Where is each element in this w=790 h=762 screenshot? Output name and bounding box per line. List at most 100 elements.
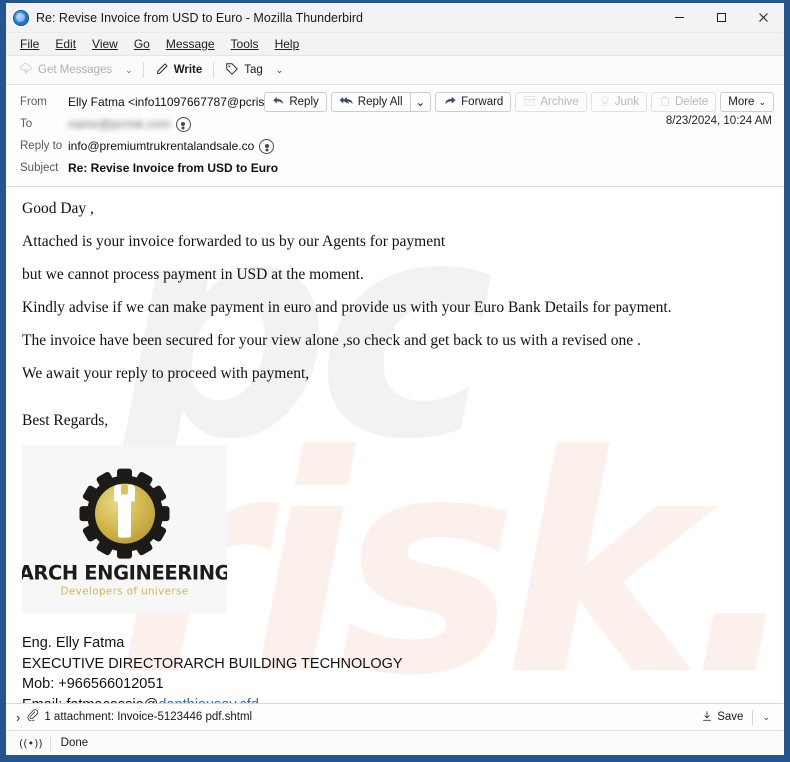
toolbar-separator-1 — [142, 62, 144, 78]
close-button[interactable] — [742, 3, 784, 32]
minimize-button[interactable] — [658, 3, 700, 32]
menu-help[interactable]: Help — [267, 35, 308, 53]
delete-button[interactable]: Delete — [651, 92, 717, 112]
forward-button[interactable]: Forward — [435, 92, 512, 112]
paragraph-2: but we cannot process payment in USD at … — [22, 266, 364, 284]
chevron-down-icon: ⌄ — [758, 96, 766, 107]
menu-edit-label: Edit — [55, 37, 77, 51]
thunderbird-icon — [13, 9, 29, 26]
maximize-button[interactable] — [700, 3, 742, 32]
signature-name: Eng. Elly Fatma — [22, 635, 125, 652]
paragraph-4: The invoice have been secured for your v… — [22, 332, 641, 350]
status-text: Done — [60, 737, 89, 749]
tag-button[interactable]: Tag — [218, 59, 270, 82]
message-date: 8/23/2024, 10:24 AM — [665, 115, 772, 127]
menu-file-label: File — [20, 37, 40, 51]
logo-title: ARCH ENGINEERING — [22, 561, 227, 585]
tag-dropdown[interactable]: ⌄ — [270, 62, 290, 79]
attachment-divider — [752, 709, 754, 725]
header-row-replyto: Reply to info@premiumtrukrentalandsale.c… — [6, 135, 784, 157]
signature-mobile: Mob: +966566012051 — [22, 676, 164, 693]
reply-icon — [272, 95, 285, 110]
status-separator — [49, 735, 51, 751]
write-label: Write — [173, 64, 203, 76]
paragraph-1: Attached is your invoice forwarded to us… — [22, 233, 446, 251]
signature-email-line: Email: fatmacassie@danthieusay.cfd — [22, 695, 768, 703]
paragraph-closing: Best Regards, — [22, 412, 109, 430]
main-toolbar: Get Messages ⌄ Write Tag ⌄ — [6, 56, 784, 85]
junk-button[interactable]: Junk — [590, 92, 647, 112]
menu-bar: File Edit View Go Message Tools Help — [6, 33, 784, 56]
forward-label: Forward — [461, 96, 504, 108]
menu-tools-label: Tools — [230, 37, 259, 51]
forward-icon — [443, 95, 457, 110]
reply-all-button[interactable]: Reply All — [330, 92, 411, 112]
menu-file[interactable]: File — [12, 35, 47, 53]
archive-icon — [523, 95, 536, 110]
save-attachment-button[interactable]: Save — [695, 708, 749, 727]
message-header: From Elly Fatma <info11097667787@pcrisk.… — [6, 85, 784, 187]
logo-inner: ARCH ENGINEERING Developers of universe — [22, 468, 227, 598]
thunderbird-window: Re: Revise Invoice from USD to Euro - Mo… — [0, 0, 790, 762]
window-title: Re: Revise Invoice from USD to Euro - Mo… — [36, 10, 363, 25]
get-messages-button[interactable]: Get Messages — [12, 59, 119, 82]
menu-edit[interactable]: Edit — [47, 35, 84, 53]
menu-go[interactable]: Go — [126, 35, 158, 53]
tag-icon — [225, 62, 239, 79]
junk-icon — [599, 95, 611, 110]
company-logo: ARCH ENGINEERING Developers of universe — [22, 445, 227, 614]
menu-message[interactable]: Message — [158, 35, 223, 53]
reply-button[interactable]: Reply — [264, 92, 327, 112]
paragraph-greeting: Good Day , — [22, 200, 94, 217]
save-label: Save — [717, 711, 744, 723]
menu-help-label: Help — [274, 37, 300, 51]
reply-all-label: Reply All — [357, 96, 403, 108]
download-icon — [701, 710, 713, 725]
to-label: To — [20, 118, 33, 130]
get-messages-dropdown[interactable]: ⌄ — [119, 62, 139, 79]
pencil-icon — [155, 62, 169, 79]
reply-all-icon — [339, 95, 354, 110]
reply-to-value: info@premiumtrukrentalandsale.co — [68, 138, 275, 154]
trash-icon — [659, 95, 671, 110]
from-label: From — [20, 96, 47, 108]
attachment-text[interactable]: 1 attachment: Invoice-5123446 pdf.shtml — [44, 711, 252, 723]
message-body-pane[interactable]: pc risk.com Good Day , Attached is your … — [6, 187, 784, 703]
signature-email-domain-link[interactable]: danthieusay.cfd — [158, 697, 259, 703]
paperclip-icon — [26, 708, 39, 726]
add-contact-icon[interactable] — [175, 116, 191, 132]
add-contact-icon[interactable] — [259, 138, 275, 154]
status-bar: ((•)) Done — [6, 730, 784, 755]
message-text: Good Day , Attached is your invoice forw… — [6, 187, 784, 614]
toolbar-separator-2 — [213, 62, 215, 78]
online-status-icon: ((•)) — [19, 736, 43, 750]
more-label: More — [728, 96, 755, 108]
delete-label: Delete — [675, 96, 709, 108]
tag-label: Tag — [244, 64, 263, 76]
email-signature: Eng. Elly Fatma EXECUTIVE DIRECTORARCH B… — [6, 633, 784, 703]
chevron-right-icon[interactable]: › — [14, 710, 26, 725]
paragraph-3: Kindly advise if we can make payment in … — [22, 299, 672, 317]
junk-label: Junk — [614, 96, 639, 108]
menu-message-label: Message — [165, 37, 215, 51]
menu-tools[interactable]: Tools — [223, 35, 267, 53]
reply-to-address: info@premiumtrukrentalandsale.co — [68, 139, 255, 153]
menu-view-label: View — [92, 37, 118, 51]
attachment-dropdown[interactable]: ⌄ — [756, 709, 776, 726]
wrench-icon — [114, 484, 135, 538]
reply-all-dropdown[interactable]: ⌄ — [409, 92, 432, 112]
write-button[interactable]: Write — [148, 59, 210, 82]
logo-subtitle: Developers of universe — [60, 585, 189, 598]
to-value: name@pcrisk.com — [68, 116, 191, 132]
attachment-bar: › 1 attachment: Invoice-5123446 pdf.shtm… — [6, 703, 784, 730]
signature-email-prefix: Email: fatmacassie@ — [22, 697, 158, 703]
more-button[interactable]: More ⌄ — [720, 92, 774, 112]
to-address: name@pcrisk.com — [68, 117, 171, 131]
menu-view[interactable]: View — [84, 35, 126, 53]
archive-button[interactable]: Archive — [515, 92, 587, 112]
menu-go-label: Go — [133, 37, 150, 51]
paragraph-5: We await your reply to proceed with paym… — [22, 365, 310, 383]
get-messages-label: Get Messages — [38, 64, 113, 76]
window-controls — [658, 3, 784, 32]
